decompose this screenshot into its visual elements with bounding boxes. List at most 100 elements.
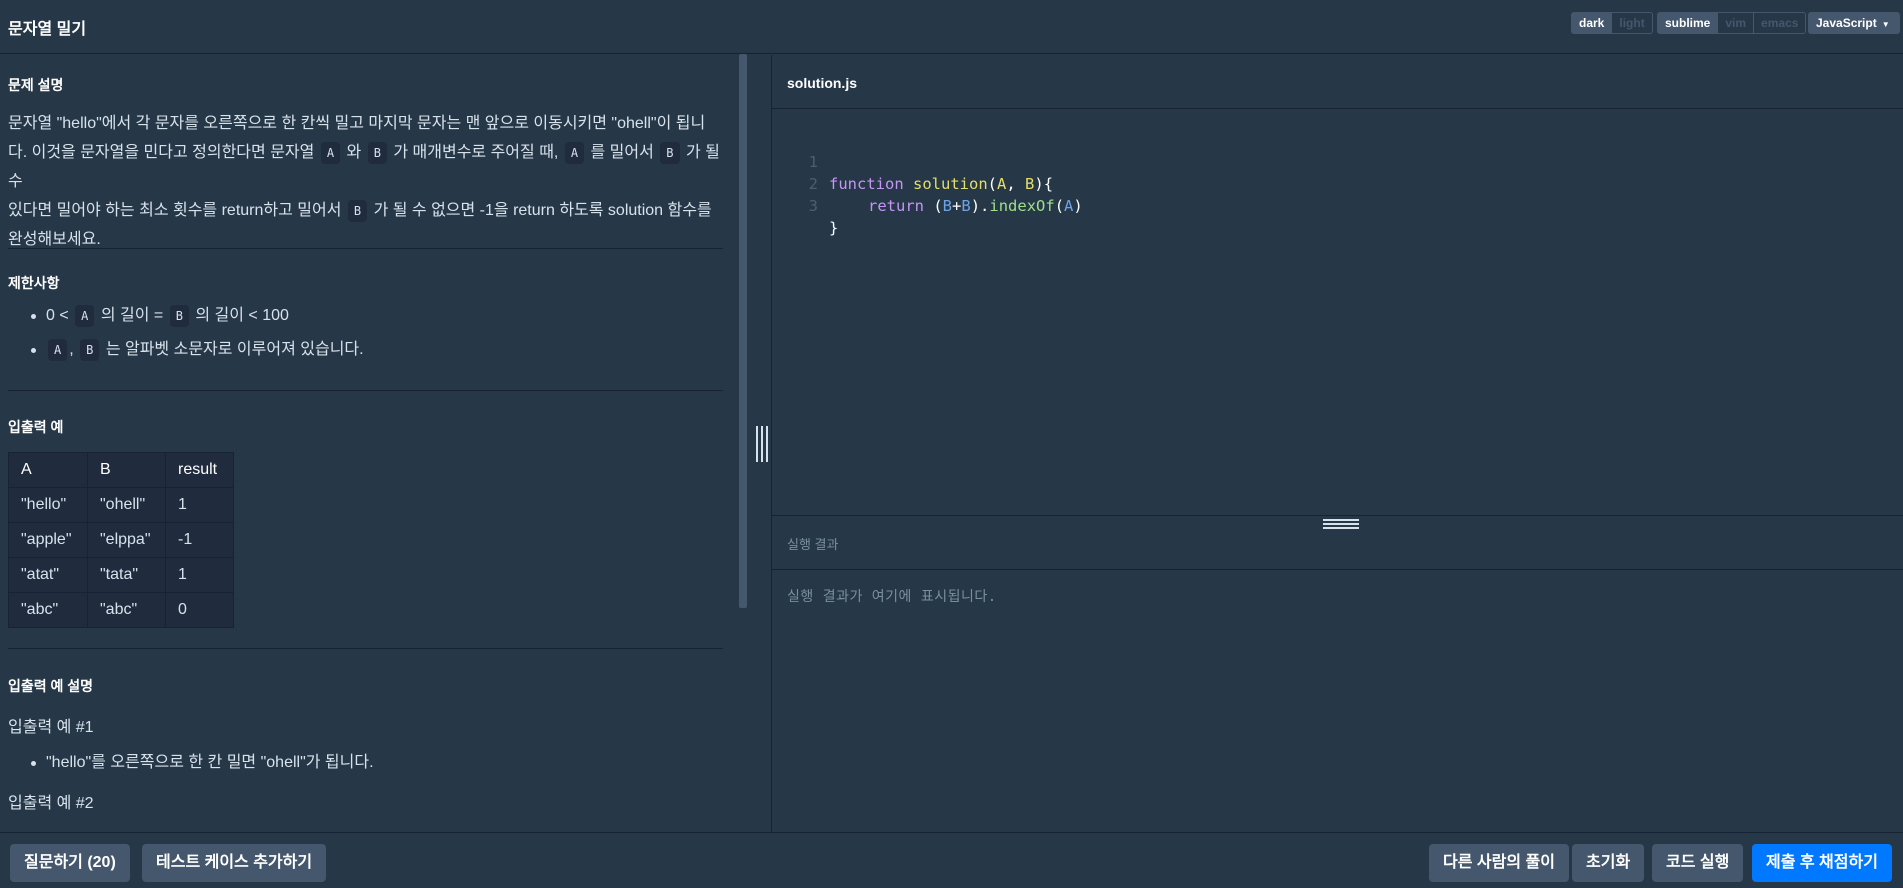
theme-dark-button[interactable]: dark [1571, 12, 1613, 34]
table-cell: "atat" [8, 557, 88, 593]
reset-button[interactable]: 초기화 [1572, 844, 1645, 882]
divider [8, 390, 723, 391]
table-row: "atat" "tata" 1 [8, 557, 234, 593]
submit-button[interactable]: 제출 후 채점하기 [1752, 844, 1892, 882]
list-item: A, B 는 알파벳 소문자로 이루어져 있습니다. [31, 333, 723, 367]
constraints-heading: 제한사항 [8, 275, 60, 291]
explanation-heading: 입출력 예 설명 [8, 678, 94, 694]
example-1-title: 입출력 예 #1 [8, 719, 94, 736]
table-header-row: A B result [8, 452, 234, 488]
result-output: 실행 결과가 여기에 표시됩니다. [787, 589, 997, 605]
constraint-text: 는 알파벳 소문자로 이루어져 있습니다. [105, 341, 364, 358]
desc-line-1: 문자열 "hello"에서 각 문자를 오른쪽으로 한 칸씩 밀고 마지막 문자… [8, 115, 706, 132]
others-solutions-button[interactable]: 다른 사람의 풀이 [1429, 844, 1569, 882]
problem-panel[interactable]: 문제 설명 문자열 "hello"에서 각 문자를 오른쪽으로 한 칸씩 밀고 … [0, 55, 750, 832]
variable: B [961, 197, 971, 215]
result-header: 실행 결과 [772, 516, 1903, 570]
code-a: A [48, 339, 68, 361]
desc-text: 가 될 수 없으면 -1을 return 하도록 solution 함수를 [373, 202, 712, 219]
chevron-down-icon: ▼ [1881, 20, 1890, 29]
code-a: A [75, 305, 95, 327]
code-b: B [80, 339, 100, 361]
column-header: result [165, 452, 234, 488]
code-line: 1 function solution(A, B){ [772, 129, 1372, 193]
desc-text: 가 매개변수로 주어질 때, [393, 144, 559, 161]
editor-header: solution.js [772, 55, 1903, 109]
footer-bar: 질문하기 (20) 테스트 케이스 추가하기 다른 사람의 풀이 초기화 코드 … [0, 832, 1903, 888]
divider [8, 648, 723, 649]
description-heading: 문제 설명 [8, 77, 64, 93]
code-b: B [347, 200, 368, 222]
table-cell: 0 [165, 592, 234, 628]
table-cell: 1 [165, 487, 234, 523]
desc-text: 를 밀어서 [590, 144, 654, 161]
table-cell: "hello" [8, 487, 88, 523]
desc-text: 완성해보세요. [8, 231, 101, 248]
desc-text: 와 [346, 144, 362, 161]
language-label: JavaScript [1816, 16, 1877, 30]
explanation-section: 입출력 예 설명 입출력 예 #1 "hello"를 오른쪽으로 한 칸 밀면 … [8, 676, 723, 813]
punct: ( [1054, 197, 1065, 215]
table-cell: 1 [165, 557, 234, 593]
table-cell: "ohell" [87, 487, 166, 523]
constraint-text: , [69, 341, 74, 358]
code-b: B [367, 142, 387, 164]
scrollbar[interactable] [739, 54, 747, 608]
code-line: 3 } [772, 173, 1372, 237]
method: indexOf [989, 197, 1055, 215]
panel-resize-handle[interactable] [756, 426, 768, 462]
line-number: 3 [808, 197, 818, 215]
variable: A [1064, 197, 1074, 215]
filename: solution.js [787, 75, 857, 91]
theme-toggle: dark light [1571, 12, 1653, 34]
table-cell: -1 [165, 522, 234, 558]
column-header: A [8, 452, 88, 488]
ask-question-button[interactable]: 질문하기 (20) [10, 844, 130, 882]
table-row: "apple" "elppa" -1 [8, 522, 234, 558]
result-heading: 실행 결과 [787, 537, 839, 552]
list-item: "hello"를 오른쪽으로 한 칸 밀면 "ohell"가 됩니다. [31, 746, 723, 780]
keymap-toggle: sublime vim emacs [1657, 12, 1807, 34]
constraint-text: 0 < [46, 307, 69, 324]
column-header: B [87, 452, 166, 488]
code-b: B [169, 305, 189, 327]
list-item: 0 < A 의 길이 = B 의 길이 < 100 [31, 299, 723, 333]
keymap-sublime-button[interactable]: sublime [1657, 12, 1719, 34]
punct: ( [924, 197, 943, 215]
punct: ) [1073, 197, 1083, 215]
table-cell: "abc" [87, 592, 166, 628]
keymap-vim-button[interactable]: vim [1718, 12, 1755, 34]
run-code-button[interactable]: 코드 실행 [1652, 844, 1744, 882]
punct: + [952, 197, 962, 215]
code-text: return (B+B).indexOf(A) [868, 195, 1083, 217]
add-test-case-button[interactable]: 테스트 케이스 추가하기 [142, 844, 327, 882]
table-cell: "apple" [8, 522, 88, 558]
example-1-list: "hello"를 오른쪽으로 한 칸 밀면 "ohell"가 됩니다. [8, 746, 723, 780]
table-cell: "abc" [8, 592, 88, 628]
table-cell: "elppa" [87, 522, 166, 558]
theme-light-button[interactable]: light [1612, 12, 1653, 34]
constraint-text: 의 길이 < 100 [195, 307, 289, 324]
header-bar: 문자열 밀기 dark light sublime vim emacs Java… [0, 0, 1903, 54]
table-cell: "tata" [87, 557, 166, 593]
code-a: A [564, 142, 585, 164]
constraints-list: 0 < A 의 길이 = B 의 길이 < 100 A, B 는 알파벳 소문자… [8, 299, 723, 367]
description-text: 문자열 "hello"에서 각 문자를 오른쪽으로 한 칸씩 밀고 마지막 문자… [8, 109, 723, 254]
divider [8, 248, 723, 249]
desc-text: 다. 이것을 문자열을 민다고 정의한다면 문자열 [8, 144, 315, 161]
keymap-emacs-button[interactable]: emacs [1754, 12, 1807, 34]
code-editor[interactable]: 1 function solution(A, B){ 2 return (B+B… [772, 110, 1903, 515]
page-title: 문자열 밀기 [8, 21, 87, 38]
constraint-text: 의 길이 = [100, 307, 164, 324]
table-row: "hello" "ohell" 1 [8, 487, 234, 523]
language-select[interactable]: JavaScript ▼ [1808, 12, 1900, 34]
table-row: "abc" "abc" 0 [8, 592, 234, 628]
description-section: 문제 설명 문자열 "hello"에서 각 문자를 오른쪽으로 한 칸씩 밀고 … [8, 75, 723, 254]
example-2-title: 입출력 예 #2 [8, 795, 94, 812]
desc-text: 있다면 밀어야 하는 최소 횟수를 return하고 밀어서 [8, 202, 342, 219]
examples-section: 입출력 예 [8, 417, 723, 437]
code-text: } [829, 219, 839, 237]
examples-table: A B result "hello" "ohell" 1 "apple" "el… [8, 452, 234, 628]
code-a: A [320, 142, 341, 164]
punct: ). [970, 197, 990, 215]
